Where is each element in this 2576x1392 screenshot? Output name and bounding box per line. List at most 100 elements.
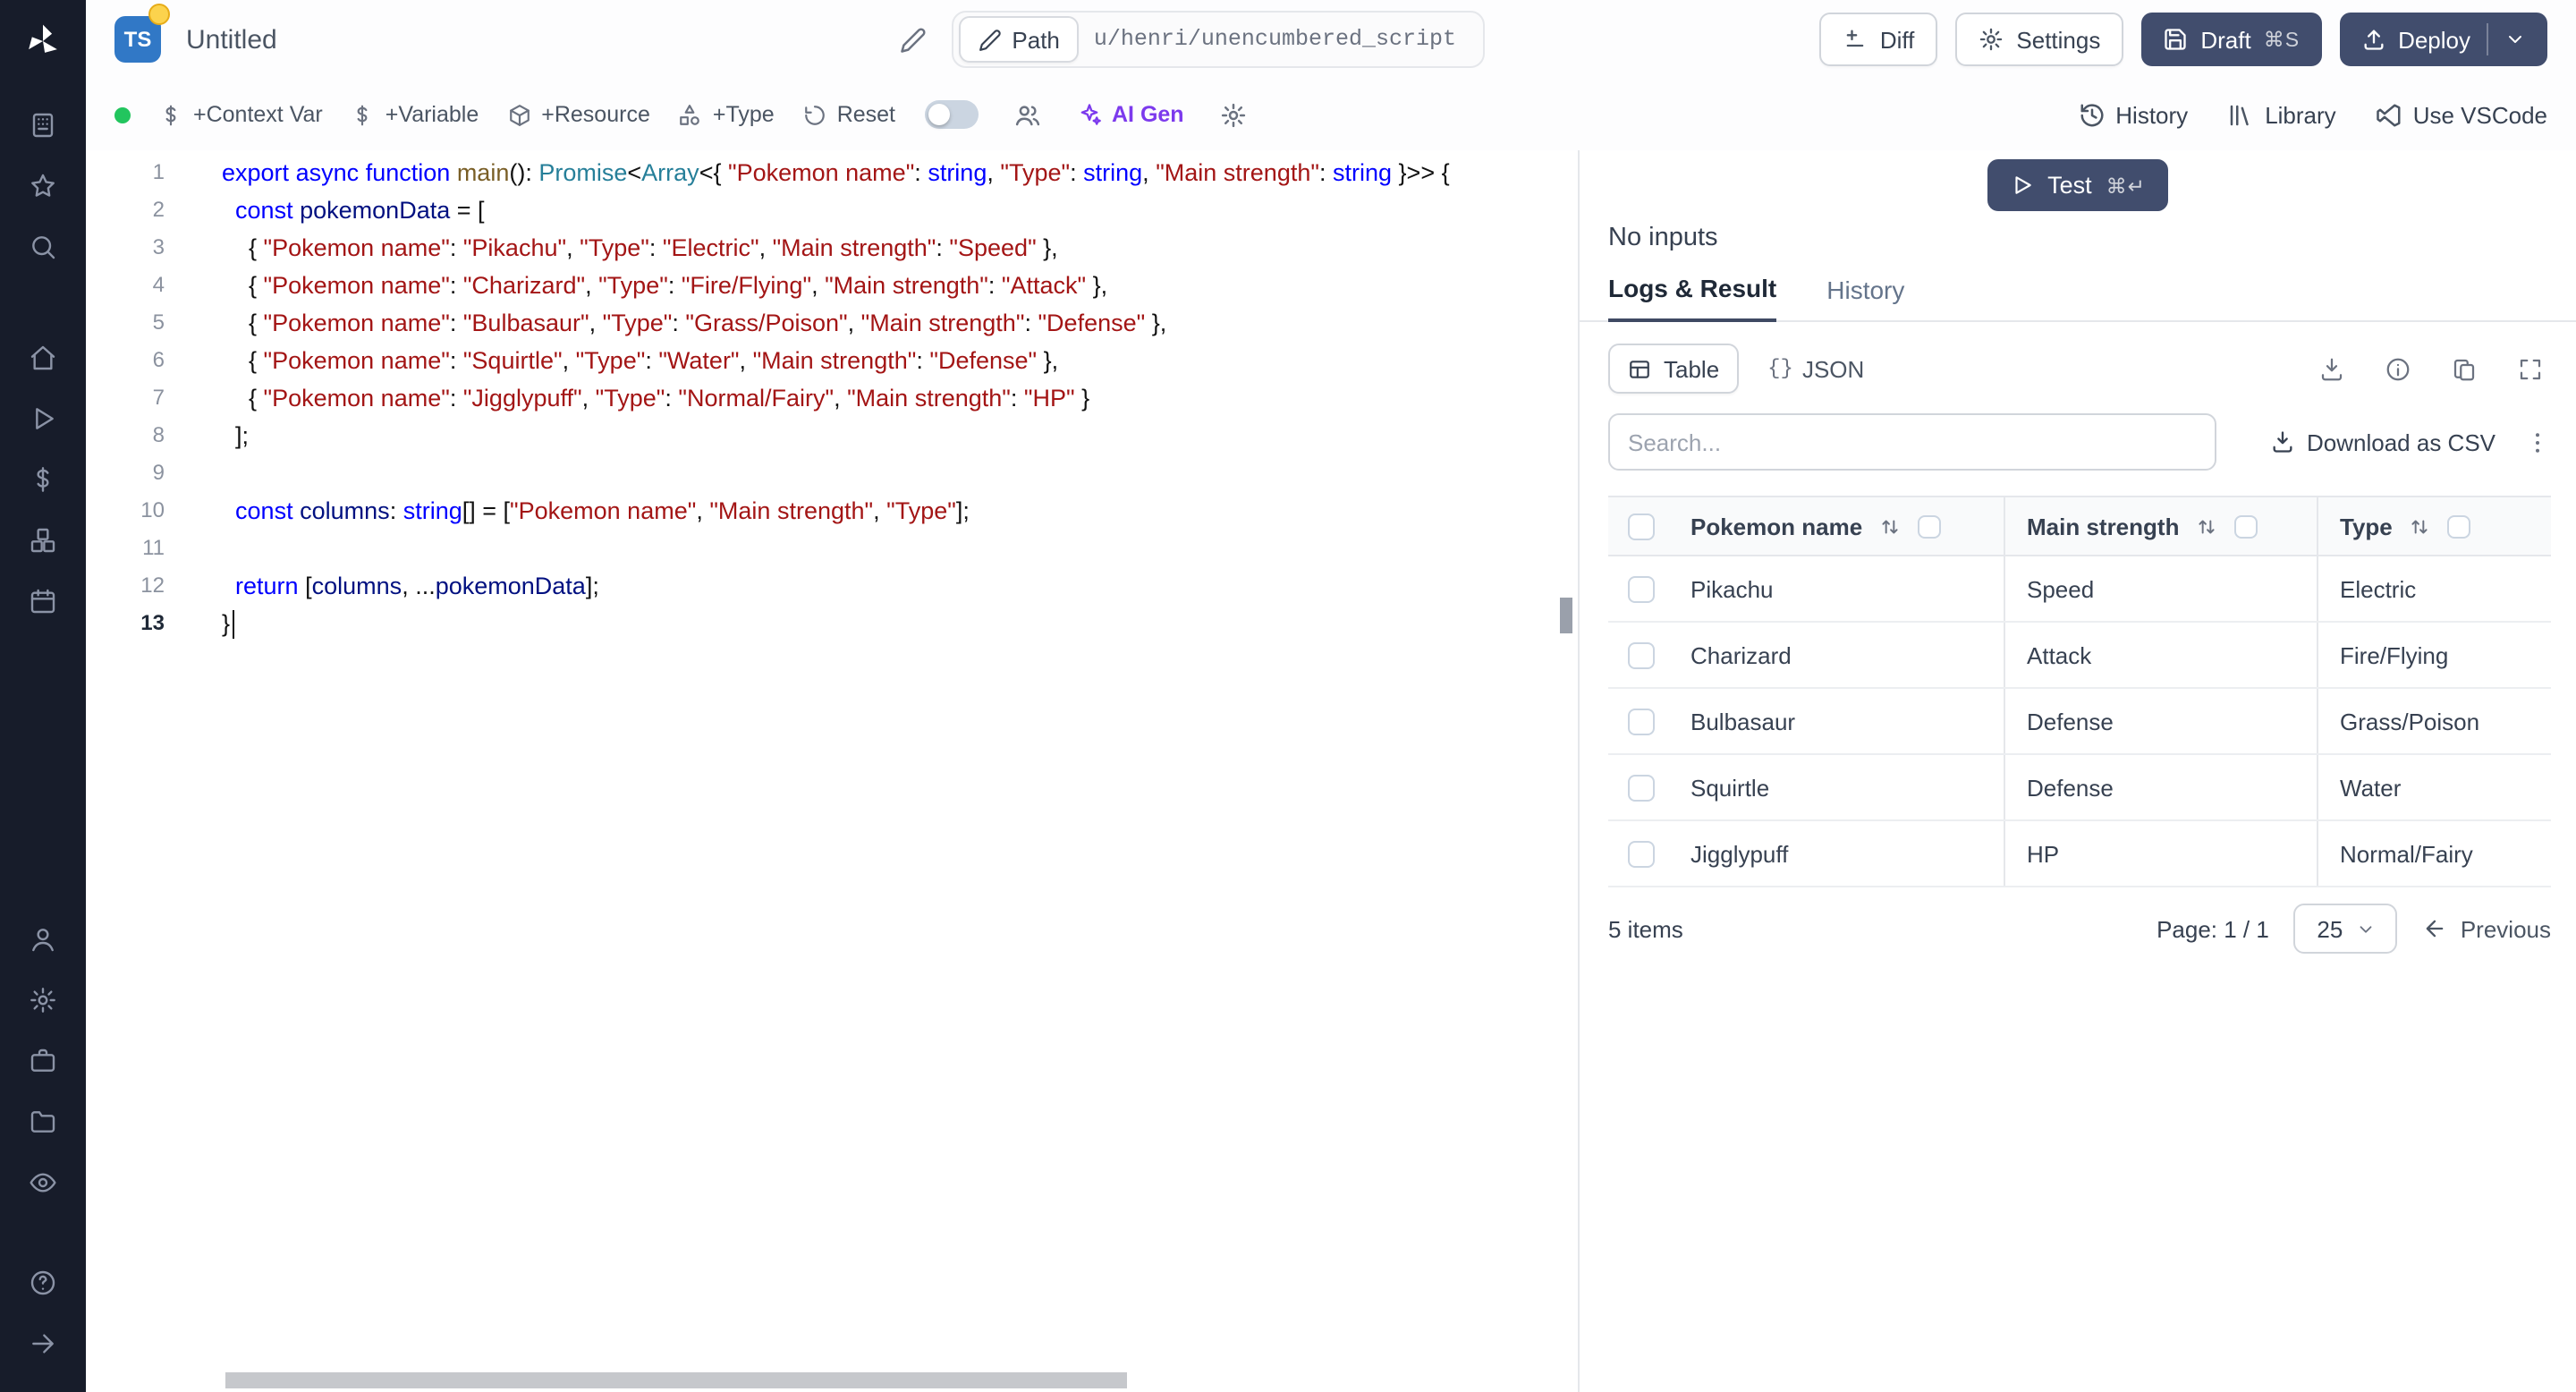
sidebar-briefcase-icon[interactable] bbox=[14, 1034, 72, 1088]
download-csv-label: Download as CSV bbox=[2307, 429, 2496, 455]
copy-result-button[interactable] bbox=[2444, 348, 2485, 389]
column-header-main-strength[interactable]: Main strength bbox=[2004, 497, 2317, 555]
toolbar-resource-button[interactable]: +Resource bbox=[507, 102, 650, 127]
code-line: { "Pokemon name": "Squirtle", "Type": "W… bbox=[222, 347, 1059, 374]
editor-horizontal-scrollbar[interactable] bbox=[225, 1372, 1127, 1388]
page-size-select[interactable]: 25 bbox=[2293, 904, 2398, 954]
row-checkbox[interactable] bbox=[1627, 575, 1654, 602]
header-actions: Diff Settings Draft ⌘S Deploy bbox=[1818, 13, 2547, 66]
previous-page-button[interactable]: Previous bbox=[2423, 915, 2551, 942]
download-result-button[interactable] bbox=[2311, 348, 2352, 389]
save-icon bbox=[2165, 29, 2187, 50]
arrow-left-icon bbox=[2427, 920, 2445, 938]
editor-code[interactable]: export async function main(): Promise<Ar… bbox=[222, 154, 1578, 1392]
line-number: 4 bbox=[152, 272, 165, 297]
line-number: 5 bbox=[152, 310, 165, 335]
sidebar-arrow-right-icon[interactable] bbox=[14, 1317, 72, 1371]
diff-mode-toggle[interactable] bbox=[924, 100, 978, 129]
script-path-value[interactable]: u/henri/unencumbered_script bbox=[1094, 27, 1478, 52]
windmill-logo-icon[interactable] bbox=[18, 16, 68, 66]
toolbar-context-var-button[interactable]: +Context Var bbox=[159, 102, 323, 127]
sidebar-dollar-icon[interactable] bbox=[14, 453, 72, 506]
table-row[interactable]: Jigglypuff HP Normal/Fairy bbox=[1608, 821, 2551, 887]
sidebar-folder-icon[interactable] bbox=[14, 1095, 72, 1149]
expand-result-button[interactable] bbox=[2510, 348, 2551, 389]
test-button[interactable]: Test ⌘↵ bbox=[1987, 159, 2169, 211]
line-number: 12 bbox=[140, 573, 165, 598]
ai-gen-label: AI Gen bbox=[1112, 102, 1184, 127]
column-header-pokemon-name[interactable]: Pokemon name bbox=[1673, 497, 2004, 555]
sidebar-star-icon[interactable] bbox=[14, 159, 72, 213]
content-area: 1 2 3 4 5 6 7 8 9 10 11 12 13 export async function … bbox=[86, 150, 2576, 1392]
table-footer: 5 items Page: 1 / 1 25 Previous bbox=[1608, 887, 2551, 970]
column-toggle-checkbox[interactable] bbox=[2447, 514, 2471, 538]
left-sidebar bbox=[0, 0, 86, 1392]
toolbar-variable-button[interactable]: +Variable bbox=[352, 102, 479, 127]
pencil-icon bbox=[979, 29, 1001, 50]
row-checkbox[interactable] bbox=[1627, 708, 1654, 734]
select-all-checkbox[interactable] bbox=[1627, 513, 1654, 539]
result-info-button[interactable] bbox=[2377, 348, 2419, 389]
diff-button[interactable]: Diff bbox=[1818, 13, 1938, 66]
more-options-button[interactable] bbox=[2524, 429, 2551, 455]
path-button[interactable]: Path bbox=[958, 16, 1080, 63]
table-cell: Grass/Poison bbox=[2317, 689, 2551, 753]
sort-icon[interactable] bbox=[2409, 514, 2432, 538]
edit-title-button[interactable] bbox=[892, 19, 933, 60]
code-editor[interactable]: 1 2 3 4 5 6 7 8 9 10 11 12 13 export async function … bbox=[86, 150, 1578, 1392]
sidebar-home-icon[interactable] bbox=[14, 331, 72, 385]
settings-button[interactable]: Settings bbox=[1955, 13, 2124, 66]
sidebar-calendar-icon[interactable] bbox=[14, 574, 72, 628]
tab-logs-and-result[interactable]: Logs & Result bbox=[1608, 274, 1777, 322]
sidebar-play-icon[interactable] bbox=[14, 392, 72, 446]
toolbar-type-button[interactable]: +Type bbox=[679, 102, 775, 127]
column-toggle-checkbox[interactable] bbox=[2234, 514, 2258, 538]
download-csv-button[interactable]: Download as CSV bbox=[2269, 429, 2496, 455]
line-number: 6 bbox=[152, 347, 165, 372]
table-cell: Defense bbox=[2004, 755, 2317, 819]
line-number: 7 bbox=[152, 385, 165, 410]
column-header-type[interactable]: Type bbox=[2317, 497, 2551, 555]
column-toggle-checkbox[interactable] bbox=[1918, 514, 1942, 538]
json-view-button[interactable]: {} JSON bbox=[1757, 355, 1875, 382]
toolbar-reset-button[interactable]: Reset bbox=[803, 102, 895, 127]
deploy-button[interactable]: Deploy bbox=[2339, 13, 2547, 66]
sidebar-apps-icon[interactable] bbox=[14, 98, 72, 152]
sidebar-help-icon[interactable] bbox=[14, 1256, 72, 1310]
ai-gen-button[interactable]: AI Gen bbox=[1076, 102, 1184, 127]
code-line: export async function main(): Promise<Ar… bbox=[222, 159, 1450, 186]
row-checkbox[interactable] bbox=[1627, 774, 1654, 801]
row-checkbox[interactable] bbox=[1627, 641, 1654, 668]
table-cell: Normal/Fairy bbox=[2317, 821, 2551, 886]
draft-button[interactable]: Draft ⌘S bbox=[2141, 13, 2322, 66]
row-checkbox[interactable] bbox=[1627, 840, 1654, 867]
toolbar-library-button[interactable]: Library bbox=[2227, 101, 2336, 128]
table-row[interactable]: Pikachu Speed Electric bbox=[1608, 556, 2551, 623]
text-cursor bbox=[232, 610, 235, 640]
sidebar-search-icon[interactable] bbox=[14, 220, 72, 274]
search-input[interactable] bbox=[1608, 413, 2216, 471]
table-row[interactable]: Charizard Attack Fire/Flying bbox=[1608, 623, 2551, 689]
collaborators-button[interactable] bbox=[1006, 94, 1047, 135]
sidebar-gear-icon[interactable] bbox=[14, 973, 72, 1027]
main-column: TS Untitled Path u/henri/unencumbered_sc… bbox=[86, 0, 2576, 1392]
table-view-button[interactable]: Table bbox=[1608, 344, 1740, 394]
table-row[interactable]: Bulbasaur Defense Grass/Poison bbox=[1608, 689, 2551, 755]
sort-icon[interactable] bbox=[1878, 514, 1902, 538]
sort-icon[interactable] bbox=[2195, 514, 2218, 538]
toolbar-history-button[interactable]: History bbox=[2078, 101, 2188, 128]
app-window: TS Untitled Path u/henri/unencumbered_sc… bbox=[0, 0, 2576, 1392]
sidebar-eye-icon[interactable] bbox=[14, 1156, 72, 1210]
result-panel: Test ⌘↵ No inputs Logs & Result History bbox=[1578, 150, 2576, 1392]
toolbar-use-vscode-button[interactable]: Use VSCode bbox=[2376, 101, 2547, 128]
editor-settings-button[interactable] bbox=[1213, 94, 1254, 135]
sidebar-boxes-icon[interactable] bbox=[14, 514, 72, 567]
no-inputs-label: No inputs bbox=[1608, 224, 1718, 252]
code-line: return [columns, ...pokemonData]; bbox=[235, 573, 599, 599]
editor-toolbar: +Context Var +Variable +Resource +Type Reset… bbox=[86, 79, 2576, 150]
table-row[interactable]: Squirtle Defense Water bbox=[1608, 755, 2551, 821]
table-cell: Jigglypuff bbox=[1690, 840, 1789, 867]
typescript-badge-label: TS bbox=[123, 27, 152, 52]
sidebar-user-icon[interactable] bbox=[14, 912, 72, 966]
tab-history[interactable]: History bbox=[1826, 276, 1904, 320]
